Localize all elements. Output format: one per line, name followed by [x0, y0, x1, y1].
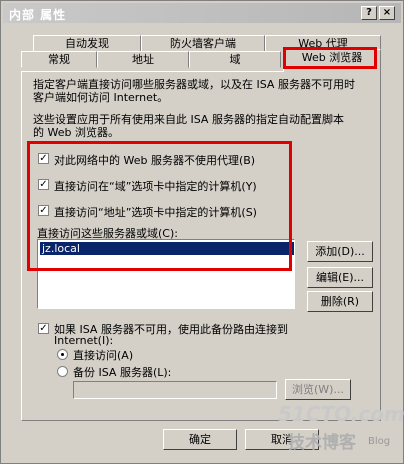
watermark-sub: 技术博客 [288, 433, 356, 453]
window-title: 内部 属性 [9, 8, 67, 22]
ok-button[interactable]: 确定 [163, 429, 237, 450]
browse-button[interactable]: 浏览(W)... [285, 379, 351, 400]
direct-addresses-checkbox[interactable]: ✓ [38, 205, 49, 216]
edit-button[interactable]: 编辑(E)... [307, 267, 373, 288]
add-button[interactable]: 添加(D)... [307, 241, 373, 262]
backup-server-label: 备份 ISA 服务器(L): [73, 366, 172, 379]
direct-addresses-label: 直接访问“地址”选项卡中指定的计算机(S) [54, 206, 257, 219]
help-button[interactable]: ? [361, 6, 377, 20]
tab-general[interactable]: 常规 [21, 51, 97, 68]
tab-auto-discovery[interactable]: 自动发现 [33, 35, 141, 52]
bypass-local-label: 对此网络中的 Web 服务器不使用代理(B) [54, 154, 256, 167]
title-bar: 内部 属性 ? × [3, 3, 401, 23]
direct-access-radio[interactable] [57, 349, 68, 360]
close-button[interactable]: × [379, 6, 395, 20]
fallback-checkbox[interactable]: ✓ [38, 323, 49, 334]
direct-access-list[interactable]: jz.local [37, 239, 295, 309]
list-item[interactable]: jz.local [40, 242, 294, 255]
direct-access-label: 直接访问(A) [73, 349, 134, 362]
fallback-label-2: Internet(I): [54, 334, 114, 347]
direct-domains-label: 直接访问在“域”选项卡中指定的计算机(Y) [54, 180, 257, 193]
remove-button[interactable]: 删除(R) [307, 291, 373, 312]
tab-addresses[interactable]: 地址 [97, 51, 189, 68]
tab-firewall-client[interactable]: 防火墙客户端 [141, 35, 265, 52]
watermark-site: 51CTO.com [278, 402, 405, 426]
tab-domains[interactable]: 域 [189, 51, 281, 68]
watermark-blog: Blog [368, 436, 391, 447]
description-line-2: 客户端如何访问 Internet。 [33, 91, 169, 104]
backup-server-radio[interactable] [57, 366, 68, 377]
bypass-local-checkbox[interactable]: ✓ [38, 153, 49, 164]
properties-dialog: 内部 属性 ? × 自动发现 防火墙客户端 Web 代理 常规 地址 域 Web… [0, 0, 404, 464]
description-line-4: 的 Web 浏览器。 [33, 126, 119, 139]
direct-domains-checkbox[interactable]: ✓ [38, 179, 49, 190]
tab-web-browser[interactable]: Web 浏览器 [283, 49, 381, 72]
backup-server-field[interactable] [73, 381, 277, 399]
